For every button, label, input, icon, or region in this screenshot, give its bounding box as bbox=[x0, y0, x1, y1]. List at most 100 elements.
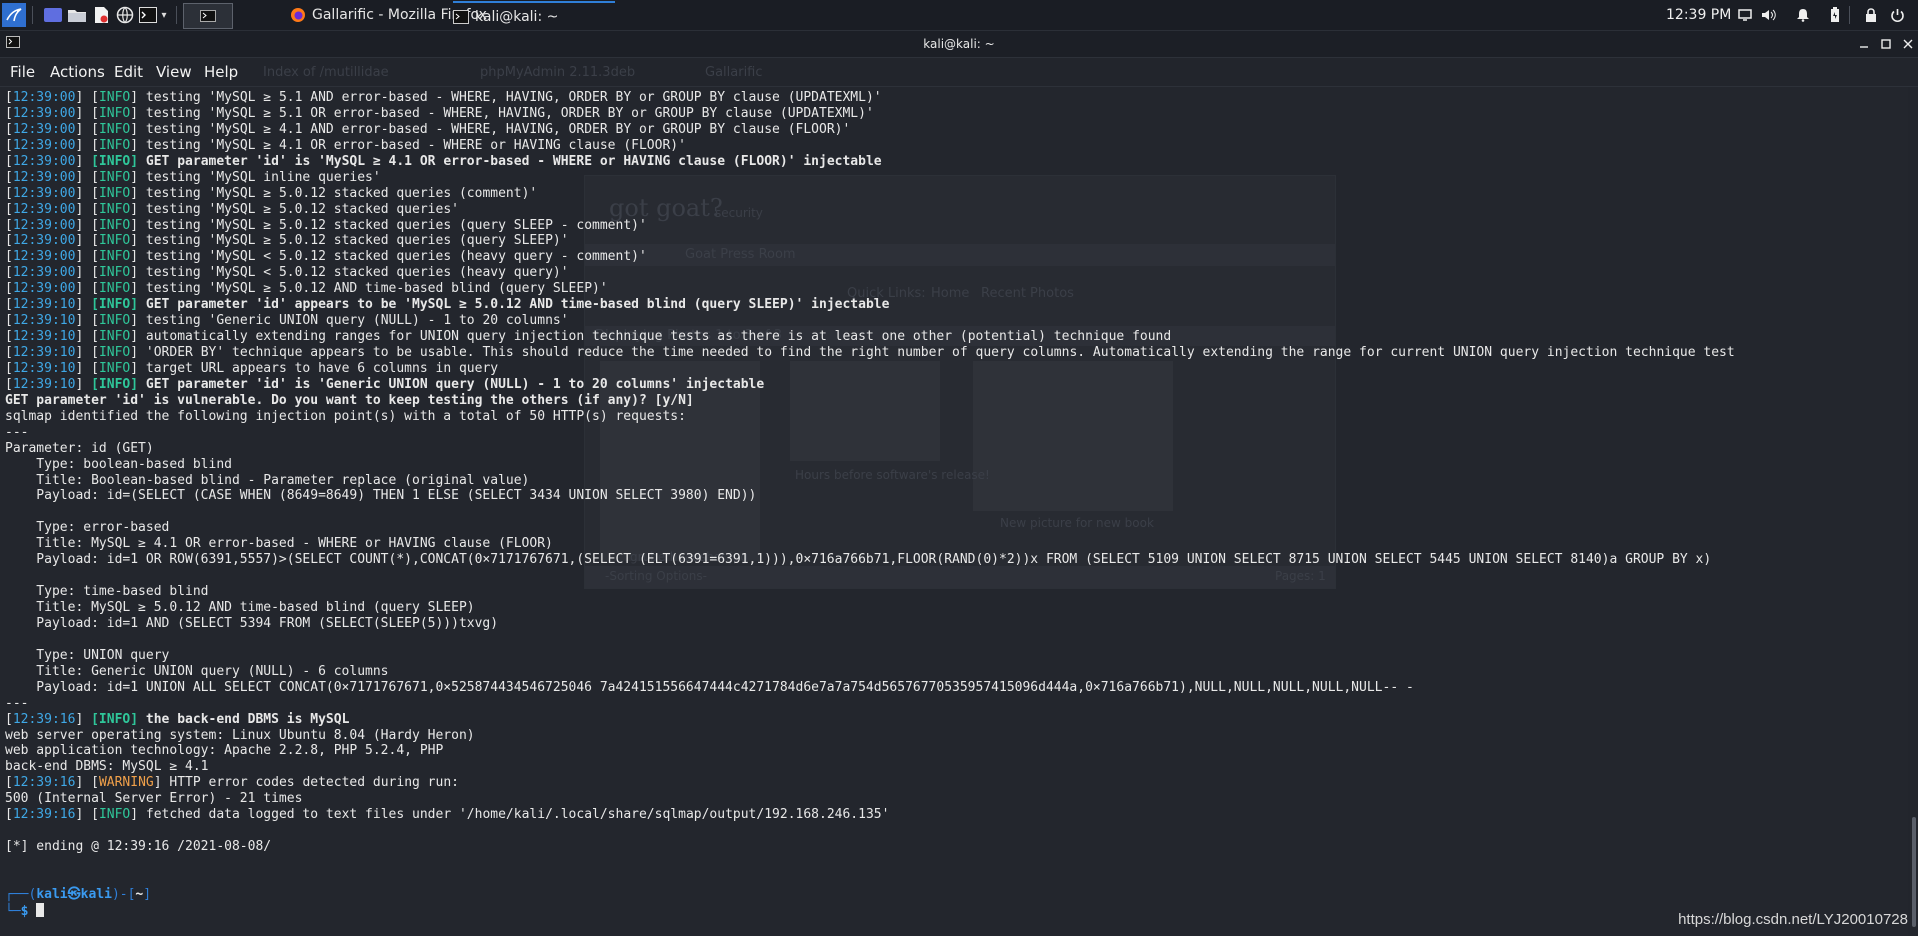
terminal-text: ] [ bbox=[75, 775, 99, 791]
terminal-line: GET parameter 'id' is vulnerable. Do you… bbox=[5, 393, 1735, 409]
terminal-text: 12:39:00 bbox=[12, 265, 76, 281]
window-titlebar[interactable]: kali@kali: ~ bbox=[0, 31, 1918, 58]
terminal-line: [12:39:10] [INFO] testing 'Generic UNION… bbox=[5, 313, 1735, 329]
menu-actions[interactable]: Actions bbox=[50, 58, 105, 86]
terminal-line: [12:39:00] [INFO] testing 'MySQL ≥ 4.1 O… bbox=[5, 138, 1735, 154]
top-panel: ▾ Gallarific - Mozilla Firefox kali@kali… bbox=[0, 0, 1918, 31]
terminal-text: INFO bbox=[98, 90, 131, 105]
terminal-line: --- bbox=[5, 425, 1735, 441]
terminal-text: ] fetched data logged to text files unde… bbox=[130, 807, 890, 823]
terminal-line: [12:39:00] [INFO] testing 'MySQL ≥ 5.0.1… bbox=[5, 281, 1735, 297]
terminal-text: Type: boolean-based blind bbox=[5, 456, 232, 472]
kali-menu-icon[interactable] bbox=[2, 3, 26, 27]
terminal-launcher-icon[interactable] bbox=[138, 3, 158, 27]
firefox-icon bbox=[290, 7, 306, 23]
firefox-launcher-icon[interactable] bbox=[114, 3, 136, 27]
panel-separator bbox=[32, 6, 33, 24]
terminal-text: [ bbox=[5, 90, 13, 105]
menu-help[interactable]: Help bbox=[204, 58, 238, 86]
terminal-text: web server operating system: Linux Ubunt… bbox=[5, 727, 475, 743]
terminal-text: 12:39:00 bbox=[12, 153, 76, 169]
terminal-text: web application technology: Apache 2.2.8… bbox=[5, 743, 444, 759]
terminal-line: Payload: id=1 OR ROW(6391,5557)>(SELECT … bbox=[5, 552, 1735, 568]
terminal-line: [12:39:10] [INFO] GET parameter 'id' is … bbox=[5, 377, 1735, 393]
scrollbar-thumb[interactable] bbox=[1912, 817, 1916, 927]
taskbar-terminal-button[interactable]: kali@kali: ~ bbox=[453, 1, 615, 31]
show-desktop-icon[interactable] bbox=[42, 3, 64, 27]
terminal-text: $ bbox=[20, 903, 37, 919]
terminal-output[interactable]: got goat? security Goat Press Room Quick… bbox=[0, 87, 1908, 936]
terminal-text: INFO bbox=[98, 249, 131, 265]
terminal-text: [INFO] bbox=[91, 711, 139, 727]
terminal-text: ] [ bbox=[75, 121, 99, 137]
minimize-icon[interactable] bbox=[1856, 36, 1872, 52]
terminal-line: [12:39:16] [WARNING] HTTP error codes de… bbox=[5, 775, 1735, 791]
terminal-line: ​ bbox=[5, 855, 1735, 871]
terminal-scrollbar[interactable] bbox=[1910, 87, 1918, 936]
terminal-text: the back-end DBMS is MySQL bbox=[138, 711, 350, 727]
terminal-text: 12:39:00 bbox=[12, 105, 76, 121]
terminal-line: [12:39:10] [INFO] automatically extendin… bbox=[5, 329, 1735, 345]
terminal-text: ] testing 'MySQL inline queries' bbox=[130, 169, 381, 185]
battery-icon[interactable] bbox=[1826, 6, 1844, 24]
window-title: kali@kali: ~ bbox=[923, 37, 995, 51]
menu-file[interactable]: File bbox=[10, 58, 35, 86]
terminal-text: ] testing 'MySQL < 5.0.12 stacked querie… bbox=[130, 265, 569, 281]
terminal-text: INFO bbox=[98, 281, 131, 297]
terminal-text: ] testing 'MySQL ≥ 5.0.12 stacked querie… bbox=[130, 233, 569, 249]
terminal-text: INFO bbox=[98, 360, 131, 376]
terminal-text: 12:39:00 bbox=[12, 121, 76, 137]
terminal-text: ] [ bbox=[75, 185, 99, 201]
terminal-text: Title: Generic UNION query (NULL) - 6 co… bbox=[5, 663, 389, 679]
terminal-text: ] [ bbox=[75, 201, 99, 217]
terminal-line: Type: time-based blind bbox=[5, 584, 1735, 600]
terminal-text: 12:39:16 bbox=[12, 711, 76, 727]
chevron-down-icon[interactable]: ▾ bbox=[158, 3, 170, 27]
terminal-text: Type: time-based blind bbox=[5, 584, 209, 600]
terminal-text: ┌──( bbox=[5, 886, 37, 902]
terminal-text: [ bbox=[5, 265, 13, 281]
terminal-text: 12:39:10 bbox=[12, 329, 76, 345]
close-icon[interactable] bbox=[1900, 36, 1916, 52]
terminal-text: Title: Boolean-based blind - Parameter r… bbox=[5, 472, 530, 488]
terminal-text: INFO bbox=[98, 807, 131, 823]
power-icon[interactable] bbox=[1888, 6, 1906, 24]
menu-edit[interactable]: Edit bbox=[114, 58, 143, 86]
terminal-text: Payload: id=1 UNION ALL SELECT CONCAT(0×… bbox=[5, 679, 1414, 695]
terminal-text: [ bbox=[5, 711, 13, 727]
terminal-text: Type: UNION query bbox=[5, 647, 170, 663]
terminal-text: ] [ bbox=[75, 217, 99, 233]
terminal-text: Payload: id=1 AND (SELECT 5394 FROM (SEL… bbox=[5, 615, 499, 631]
workspace-1-button[interactable] bbox=[183, 3, 233, 29]
terminal-text: [ bbox=[5, 249, 13, 265]
terminal-text: 12:39:00 bbox=[12, 137, 76, 153]
notifications-bell-icon[interactable] bbox=[1794, 6, 1812, 24]
terminal-text: ] target URL appears to have 6 columns i… bbox=[130, 360, 499, 376]
lock-screen-icon[interactable] bbox=[1862, 6, 1880, 24]
terminal-text: ] testing 'MySQL ≥ 5.1 OR error-based - … bbox=[130, 105, 874, 121]
text-editor-icon[interactable] bbox=[90, 3, 112, 27]
display-icon[interactable] bbox=[1736, 6, 1754, 24]
terminal-text: INFO bbox=[98, 201, 131, 217]
terminal-icon bbox=[453, 10, 469, 24]
terminal-line: [12:39:16] [INFO] the back-end DBMS is M… bbox=[5, 712, 1735, 728]
terminal-line: [12:39:10] [INFO] GET parameter 'id' app… bbox=[5, 297, 1735, 313]
terminal-text: 12:39:16 bbox=[12, 775, 76, 791]
terminal-text: ] bbox=[75, 153, 92, 169]
terminal-text: ] [ bbox=[75, 169, 99, 185]
terminal-text: GET parameter 'id' is 'Generic UNION que… bbox=[138, 376, 765, 392]
volume-icon[interactable] bbox=[1760, 6, 1778, 24]
terminal-line: ┌──(kali㉿kali)-[~] bbox=[5, 887, 1735, 903]
terminal-text: sqlmap identified the following injectio… bbox=[5, 408, 686, 424]
terminal-text: ] testing 'MySQL ≥ 4.1 AND error-based -… bbox=[130, 121, 851, 137]
terminal-text: INFO bbox=[98, 169, 131, 185]
taskbar-firefox-button[interactable]: Gallarific - Mozilla Firefox bbox=[290, 1, 487, 29]
menu-view[interactable]: View bbox=[156, 58, 192, 86]
terminal-text: ] [ bbox=[75, 105, 99, 121]
terminal-text: 12:39:00 bbox=[12, 249, 76, 265]
maximize-icon[interactable] bbox=[1878, 36, 1894, 52]
clock[interactable]: 12:39 PM bbox=[1666, 0, 1731, 30]
terminal-line: [*] ending @ 12:39:16 /2021-08-08/ bbox=[5, 839, 1735, 855]
file-manager-icon[interactable] bbox=[66, 3, 88, 27]
terminal-line: back-end DBMS: MySQL ≥ 4.1 bbox=[5, 759, 1735, 775]
